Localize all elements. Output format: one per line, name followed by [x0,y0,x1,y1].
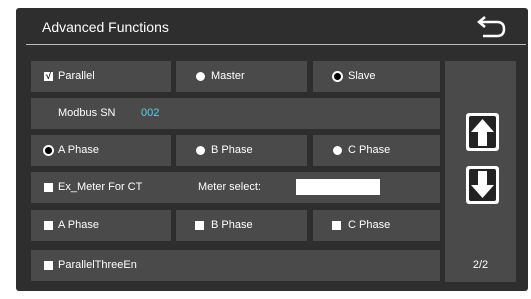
modbus-sn-label: Modbus SN [58,107,116,119]
checkbox-checked-icon: √ [44,71,53,82]
meter-select-input[interactable] [296,179,380,195]
phase-a-label: A Phase [58,144,99,156]
radio-unselected-icon [196,72,205,81]
radio-unselected-icon [333,146,342,155]
modbus-sn-value: 002 [141,107,160,119]
checkbox-unchecked-icon [195,221,204,230]
phase-a-checkbox[interactable]: A Phase [31,210,171,241]
page-indicator: 2/2 [472,259,489,271]
phase-b-check-label: B Phase [211,219,253,231]
checkbox-unchecked-icon [44,261,53,270]
radio-selected-icon [332,71,343,82]
meter-select-label: Meter select: [198,181,261,193]
header: Advanced Functions [16,8,528,46]
phase-c-checkbox[interactable]: C Phase [313,210,440,241]
phase-c-label: C Phase [348,144,391,156]
page-up-button[interactable] [466,113,499,151]
phase-a-check-label: A Phase [58,219,99,231]
master-label: Master [211,70,245,82]
slave-radio[interactable]: Slave [313,61,440,92]
radio-selected-icon [43,145,54,156]
parallel-label: Parallel [58,70,95,82]
ex-meter-label: Ex_Meter For CT [58,181,143,193]
parallel-checkbox[interactable]: √ Parallel [31,61,171,92]
checkbox-unchecked-icon [332,221,341,230]
phase-b-label: B Phase [211,144,253,156]
phase-c-radio[interactable]: C Phase [313,135,440,166]
modbus-sn-field[interactable]: Modbus SN 002 [31,98,440,129]
slave-label: Slave [348,70,376,82]
back-button[interactable] [471,10,511,40]
page-down-button[interactable] [466,166,499,204]
parallel-three-en-checkbox[interactable]: ParallelThreeEn [31,250,440,281]
phase-a-radio[interactable]: A Phase [31,135,171,166]
return-arrow-icon [477,16,506,38]
header-divider [26,44,526,45]
arrow-up-icon [471,119,494,146]
ex-meter-row: Ex_Meter For CT Meter select: [31,172,440,203]
master-radio[interactable]: Master [176,61,307,92]
phase-c-check-label: C Phase [348,219,391,231]
phase-b-checkbox[interactable]: B Phase [176,210,307,241]
page-title: Advanced Functions [42,19,169,35]
arrow-down-icon [471,171,494,198]
ex-meter-checkbox[interactable] [44,183,53,192]
parallel-three-en-label: ParallelThreeEn [58,259,137,271]
radio-unselected-icon [196,146,205,155]
checkbox-unchecked-icon [44,221,53,230]
page-nav-panel: 2/2 [445,61,516,282]
phase-b-radio[interactable]: B Phase [176,135,307,166]
